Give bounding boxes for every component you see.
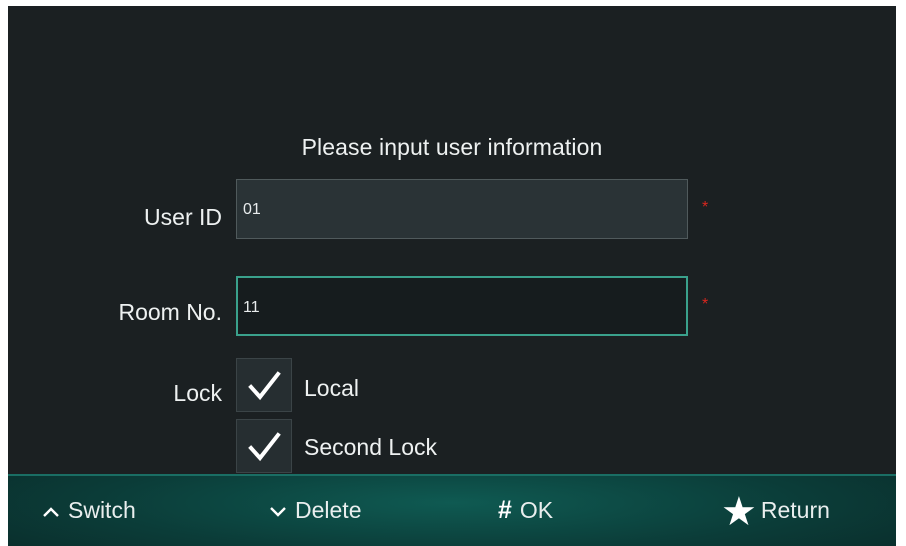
local-lock-checkbox[interactable] (236, 358, 292, 412)
lock-label: Lock (173, 380, 222, 406)
delete-hint[interactable]: Delete (269, 474, 361, 546)
second-lock-label: Second Lock (304, 434, 437, 460)
room-no-input[interactable]: 11 (236, 276, 688, 336)
second-lock-checkbox[interactable] (236, 419, 292, 473)
delete-label: Delete (295, 496, 362, 523)
caret-up-icon (42, 497, 60, 524)
screen: Please input user information User ID 01… (8, 6, 896, 546)
switch-hint[interactable]: Switch (42, 474, 136, 546)
key-hint-bar: Switch Delete # OK ★ Return (8, 474, 896, 546)
room-no-label: Room No. (118, 299, 222, 325)
caret-down-icon (269, 497, 287, 524)
user-id-input[interactable]: 01 (236, 179, 688, 239)
user-id-label: User ID (144, 204, 222, 230)
star-icon: ★ (721, 490, 757, 534)
ok-hint[interactable]: # OK (498, 474, 553, 546)
hash-icon: # (498, 495, 512, 524)
user-id-required-mark: * (702, 199, 709, 216)
switch-label: Switch (68, 496, 136, 523)
checkmark-icon (248, 432, 281, 462)
form-title: Please input user information (301, 134, 603, 160)
ok-label: OK (519, 496, 554, 523)
room-no-required-mark: * (702, 296, 709, 313)
checkmark-icon (248, 371, 281, 401)
return-hint[interactable]: ★ Return (721, 474, 830, 546)
local-lock-label: Local (304, 375, 359, 401)
return-label: Return (760, 496, 830, 523)
